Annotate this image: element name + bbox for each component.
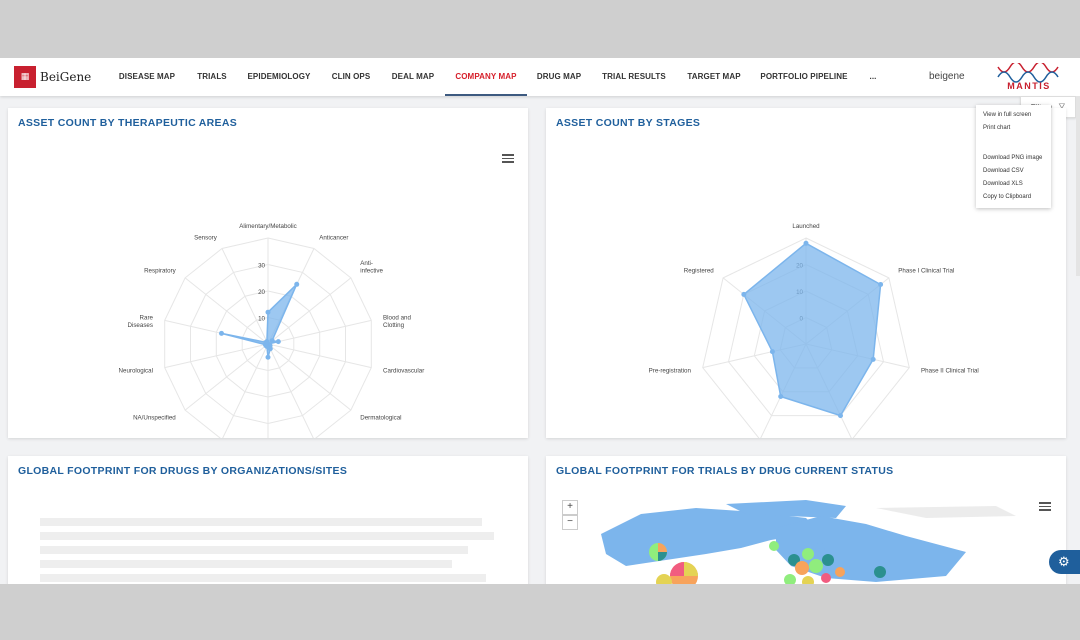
radar-category-label: Blood and Clotting: [383, 315, 411, 330]
radar-category-label: Anticancer: [319, 235, 348, 242]
radar-spoke: [222, 343, 269, 438]
radar-category-label: Registered: [684, 267, 714, 274]
radar-data-point: [269, 338, 275, 344]
radar-data-point: [265, 309, 271, 315]
nav-deal-map[interactable]: DEAL MAP: [387, 58, 439, 96]
drugs-footprint-title: GLOBAL FOOTPRINT FOR DRUGS BY ORGANIZATI…: [18, 465, 348, 477]
radar-data-point: [264, 339, 270, 345]
nav-trials[interactable]: TRIALS: [192, 58, 232, 96]
radar-category-label: Alimentary/Metabolic: [239, 223, 296, 230]
radar-category-label: Dermatological: [360, 415, 401, 422]
radar-spoke: [267, 343, 314, 438]
menu-download-xls[interactable]: Download XLS: [983, 181, 1023, 187]
loading-skeleton-line: [40, 560, 452, 568]
menu-download-csv[interactable]: Download CSV: [983, 168, 1024, 174]
radar-data-point: [265, 354, 271, 360]
radar-category-label: Respiratory: [144, 267, 177, 274]
radar-data-point: [218, 330, 224, 336]
menu-download-png[interactable]: Download PNG image: [983, 155, 1042, 161]
nav-company-map[interactable]: COMPANY MAP: [445, 58, 527, 96]
radar-category-label: Phase I Clinical Trial: [898, 267, 954, 274]
world-map[interactable]: [546, 456, 1066, 584]
radar-data-point: [870, 356, 876, 362]
beigene-logo-mark-icon: ▦: [14, 66, 36, 88]
top-navigation: ▦ BeiGene DISEASE MAP TRIALS EPIDEMIOLOG…: [0, 58, 1080, 96]
app-window: ▦ BeiGene DISEASE MAP TRIALS EPIDEMIOLOG…: [0, 58, 1080, 584]
radar-tick-label: 10: [258, 316, 265, 323]
browser-top-band: [0, 0, 1080, 58]
radar-category-label: Anti-infective: [360, 260, 383, 275]
menu-print-chart[interactable]: Print chart: [983, 125, 1010, 131]
menu-copy-clipboard[interactable]: Copy to Clipboard: [983, 194, 1031, 200]
beigene-logo[interactable]: ▦ BeiGene: [14, 66, 91, 88]
radar-tick-label: 30: [258, 263, 265, 270]
mantis-logo: MANTIS: [997, 63, 1059, 91]
therapeutic-areas-card: ASSET COUNT BY THERAPEUTIC AREAS 10 20 30 A…: [8, 108, 528, 438]
radar-category-label: Launched: [792, 223, 820, 230]
nav-trial-results[interactable]: TRIAL RESULTS: [598, 58, 670, 96]
user-name[interactable]: beigene: [929, 71, 965, 82]
page-scrollbar[interactable]: [1076, 96, 1080, 276]
loading-skeleton-line: [40, 574, 486, 582]
radar-data-point: [878, 282, 884, 288]
trials-footprint-card: GLOBAL FOOTPRINT FOR TRIALS BY DRUG CURR…: [546, 456, 1066, 584]
loading-skeleton-line: [40, 532, 494, 540]
menu-view-full-screen[interactable]: View in full screen: [983, 112, 1031, 118]
therapeutic-radar-chart: 10 20 30 Alimentary/Metabolic Anticancer Anti…: [119, 223, 424, 438]
nav-more[interactable]: ...: [863, 58, 883, 96]
radar-category-label: Phase II Clinical Trial: [921, 367, 979, 374]
nav-epidemiology[interactable]: EPIDEMIOLOGY: [243, 58, 315, 96]
chart-context-menu: View in full screen Print chart Download…: [976, 105, 1051, 208]
nav-target-map[interactable]: TARGET MAP: [683, 58, 745, 96]
mantis-brand-text: MANTIS: [1007, 81, 1051, 91]
loading-skeleton-line: [40, 518, 482, 526]
radar-data-point: [803, 240, 809, 246]
radar-category-label: Cardiovascular: [383, 367, 424, 374]
radar-data-point: [294, 281, 300, 287]
nav-clin-ops[interactable]: CLIN OPS: [326, 58, 376, 96]
settings-fab[interactable]: ⚙: [1049, 550, 1080, 574]
nav-disease-map[interactable]: DISEASE MAP: [113, 58, 181, 96]
nav-portfolio-pipeline[interactable]: PORTFOLIO PIPELINE: [756, 58, 852, 96]
radar-category-label: Neurological: [119, 367, 153, 374]
radar-category-label: Pre-registration: [649, 367, 692, 374]
radar-category-label: Rare Diseases: [128, 315, 154, 330]
nav-drug-map[interactable]: DRUG MAP: [533, 58, 585, 96]
radar-category-label: Sensory: [194, 235, 218, 242]
radar-data-point: [769, 349, 775, 355]
drugs-footprint-card: GLOBAL FOOTPRINT FOR DRUGS BY ORGANIZATI…: [8, 456, 528, 584]
loading-skeleton-line: [40, 546, 468, 554]
radar-tick-label: 20: [258, 289, 265, 296]
radar-series-area: [742, 242, 882, 417]
radar-data-point: [741, 291, 747, 297]
radar-data-point: [275, 339, 281, 345]
radar-data-point: [778, 394, 784, 400]
gear-icon: ⚙: [1058, 554, 1070, 569]
browser-bottom-band: [0, 584, 1080, 640]
beigene-logo-text: BeiGene: [40, 70, 92, 84]
radar-data-point: [837, 413, 843, 419]
radar-category-label: NA/Unspecified: [133, 415, 176, 422]
